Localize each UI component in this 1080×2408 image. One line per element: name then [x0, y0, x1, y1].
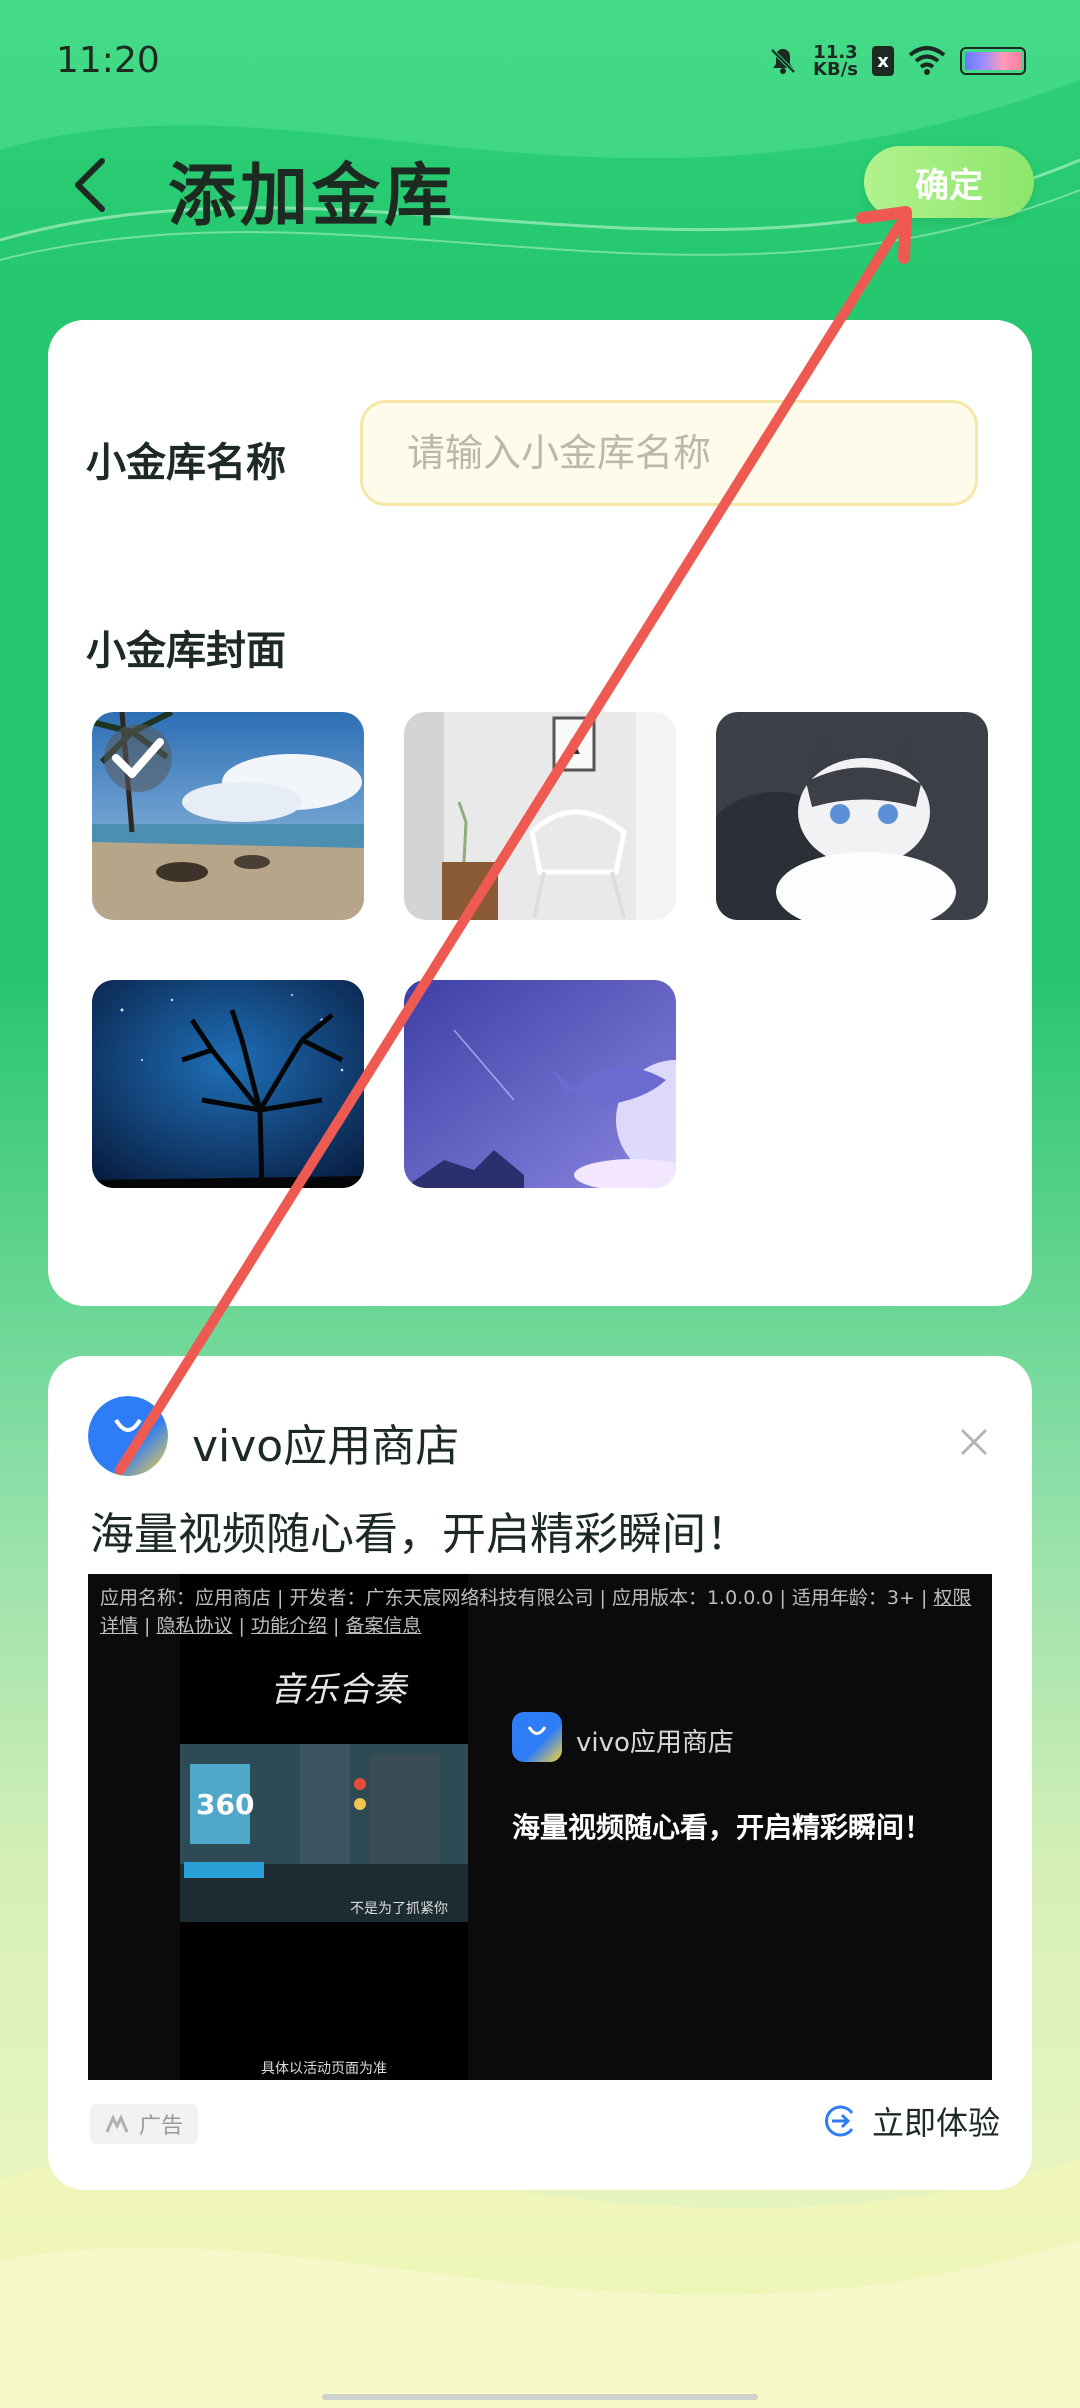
media-headline: 海量视频随心看，开启精彩瞬间！: [512, 1811, 933, 1844]
back-button[interactable]: [60, 150, 120, 220]
network-speed-unit: KB/s: [813, 59, 858, 80]
city-scene-image: [180, 1744, 468, 1922]
confirm-button[interactable]: 确定: [864, 146, 1034, 218]
try-now-label: 立即体验: [872, 2104, 1001, 2142]
page-title: 添加金库: [168, 157, 457, 236]
vault-name-input[interactable]: [360, 400, 978, 506]
vault-form-card: 小金库名称 小金库封面: [48, 320, 1032, 1306]
cat-image: [716, 712, 988, 920]
sim-card-icon: x: [872, 46, 894, 76]
video-badge: 360: [196, 1788, 255, 1821]
ad-video: 音乐合奏 360 不是为了抓紧你 具体以活动页面为准: [180, 1574, 468, 2080]
cover-option-whale[interactable]: [404, 980, 676, 1188]
cover-option-beach[interactable]: [92, 712, 364, 920]
vault-cover-label: 小金库封面: [86, 628, 286, 674]
chair-room-image: [404, 712, 676, 920]
selected-check-icon: [104, 724, 172, 792]
ad-info-text: 应用名称：应用商店 | 开发者：广东天宸网络科技有限公司 | 应用版本：1.0.…: [100, 1587, 928, 1609]
features-link[interactable]: 功能介绍: [251, 1615, 327, 1637]
header: 添加金库 确定: [0, 130, 1080, 240]
close-icon[interactable]: [954, 1422, 994, 1462]
night-tree-image: [92, 980, 364, 1188]
status-bar: 11:20 11.3 KB/s x: [0, 0, 1080, 120]
sim-label: x: [877, 50, 889, 72]
cover-option-chair-room[interactable]: [404, 712, 676, 920]
ad-badge-label: 广告: [138, 2114, 183, 2139]
privacy-link[interactable]: 隐私协议: [157, 1615, 233, 1637]
home-indicator[interactable]: [322, 2394, 758, 2400]
filing-link[interactable]: 备案信息: [346, 1615, 422, 1637]
ad-mark-icon: [105, 2114, 129, 2133]
battery-icon: [960, 47, 1026, 75]
wifi-icon: [908, 46, 946, 75]
ad-app-info: 应用名称：应用商店 | 开发者：广东天宸网络科技有限公司 | 应用版本：1.0.…: [100, 1587, 972, 1637]
video-subtitle: 不是为了抓紧你: [350, 1901, 448, 1917]
app-store-logo-icon: [88, 1396, 168, 1476]
cover-option-cat[interactable]: [716, 712, 988, 920]
whale-image: [404, 980, 676, 1188]
media-app-logo-icon: [512, 1712, 562, 1762]
status-icons: 11.3 KB/s x: [767, 44, 1026, 80]
ad-media[interactable]: 音乐合奏 360 不是为了抓紧你 具体以活动页面为准 应用名称：应用商店 | 开…: [88, 1574, 992, 2080]
network-speed: 11.3 KB/s: [813, 44, 858, 80]
status-time: 11:20: [56, 40, 160, 81]
mute-icon: [770, 48, 796, 74]
try-now-button[interactable]: 立即体验: [822, 2098, 1000, 2144]
ad-card[interactable]: vivo应用商店 海量视频随心看，开启精彩瞬间！ 音乐合奏 360 不是为了抓紧…: [48, 1356, 1032, 2190]
chevron-left-icon: [75, 158, 105, 212]
video-signature: 音乐合奏: [270, 1670, 406, 1710]
cover-option-night-tree[interactable]: [92, 980, 364, 1188]
media-app-name: vivo应用商店: [576, 1728, 734, 1758]
ad-headline: 海量视频随心看，开启精彩瞬间！: [90, 1509, 750, 1560]
arrow-circle-icon: [825, 2105, 854, 2137]
video-footer: 具体以活动页面为准: [261, 2061, 387, 2077]
ad-badge: 广告: [90, 2104, 198, 2144]
vault-name-label: 小金库名称: [86, 440, 286, 486]
ad-app-name: vivo应用商店: [192, 1421, 460, 1472]
